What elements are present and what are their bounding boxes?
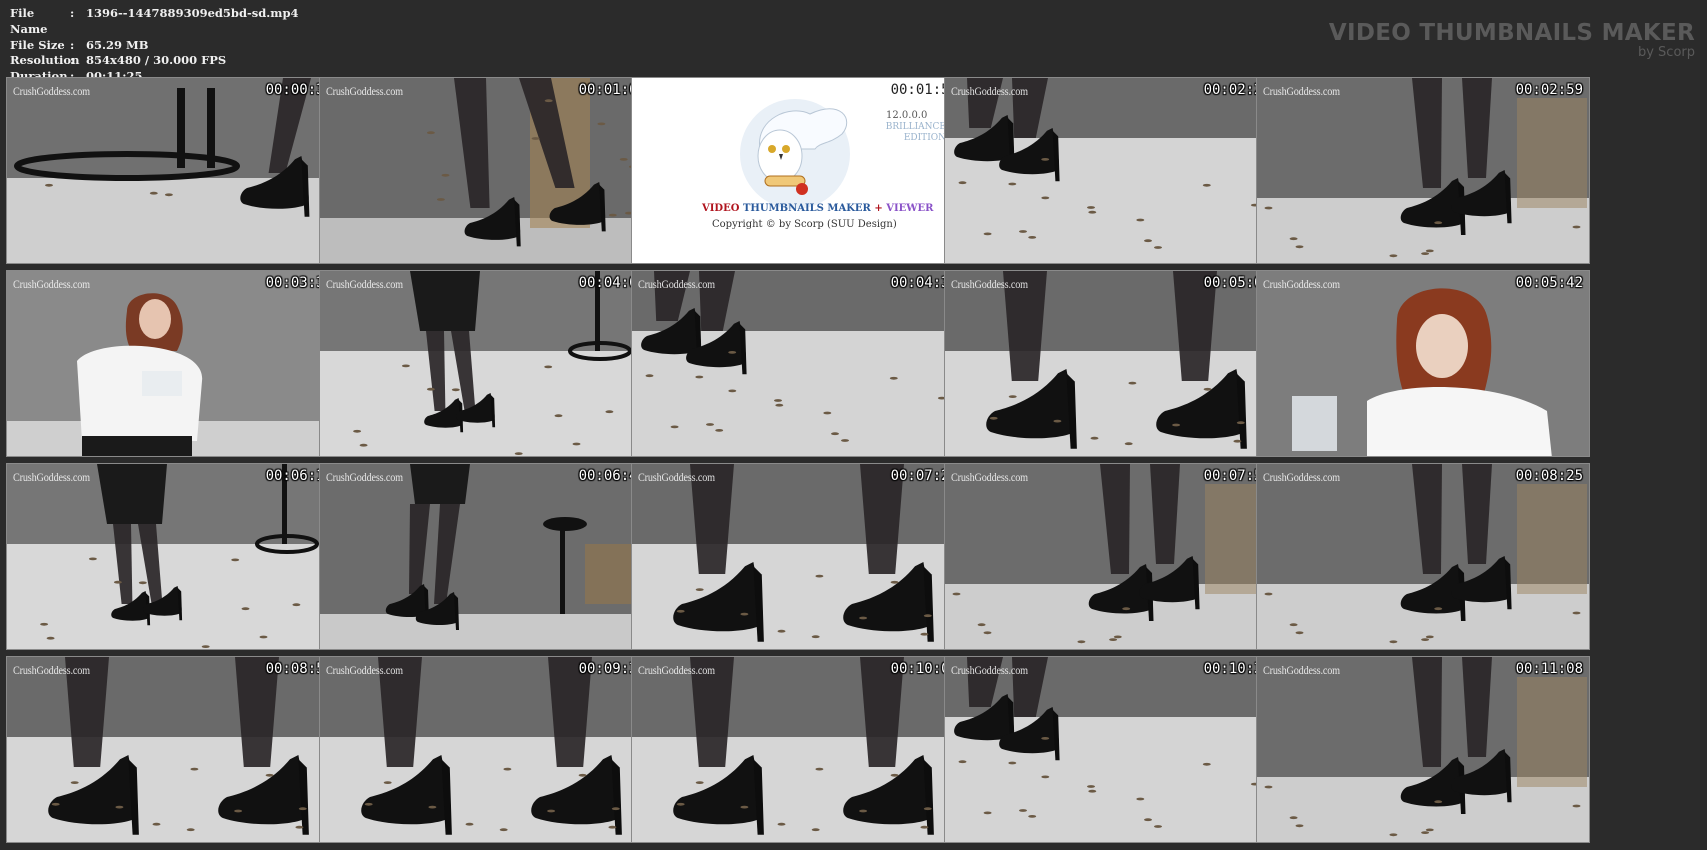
brand-title: VIDEO THUMBNAILS MAKER [1328,20,1695,46]
thumbnail-frame[interactable]: CrushGoddess.com 00:08:58 [6,656,340,843]
watermark: CrushGoddess.com [13,663,90,677]
thumbnail-frame[interactable]: CrushGoddess.com 00:00:32 [6,77,340,264]
resolution-value: 854x480 / 30.000 FPS [86,53,227,68]
copyright-text: Copyright © by Scorp (SUU Design) [712,219,897,230]
watermark: CrushGoddess.com [1263,470,1340,484]
watermark: CrushGoddess.com [1263,84,1340,98]
video-frame-image [1257,78,1589,263]
watermark: CrushGoddess.com [951,277,1028,291]
thumbnail-frame[interactable]: CrushGoddess.com 00:04:04 [319,270,653,457]
video-frame-image [320,464,652,649]
video-frame-image [945,271,1277,456]
watermark: CrushGoddess.com [638,277,715,291]
file-info-row: Resolution:854x480 / 30.000 FPS [10,53,299,69]
watermark: CrushGoddess.com [1263,663,1340,677]
thumbnail-frame[interactable]: CrushGoddess.com 00:09:30 [319,656,653,843]
video-frame-image [1257,271,1589,456]
timestamp: 00:11:08 [1515,661,1583,677]
watermark: CrushGoddess.com [326,277,403,291]
thumbnail-frame[interactable]: CrushGoddess.com 00:06:47 [319,463,653,650]
watermark: CrushGoddess.com [951,84,1028,98]
watermark: CrushGoddess.com [951,470,1028,484]
logo-title: VIDEO THUMBNAILS MAKER + VIEWER [702,203,933,214]
watermark: CrushGoddess.com [13,277,90,291]
separator: : [70,53,75,68]
edition-label: BRILLIANCE EDITION [886,122,946,144]
version-label: 12.0.0.0 [886,110,928,121]
timestamp: 00:05:42 [1515,275,1583,291]
resolution-label: Resolution [10,53,80,68]
thumbnail-frame[interactable]: CrushGoddess.com 00:05:42 [1256,270,1590,457]
video-frame-image [320,78,652,263]
file-info-panel: File Name:1396--1447889309ed5bd-sd.mp4 F… [10,6,299,85]
video-frame-image [1257,657,1589,842]
logo-title-plus: + [874,203,883,214]
owl-logo-icon [740,99,850,209]
watermark: CrushGoddess.com [13,470,90,484]
logo-title-part-3: VIEWER [886,203,934,214]
thumbnail-frame[interactable]: CrushGoddess.com 00:02:26 [944,77,1278,264]
logo-title-part-1: VIDEO [702,203,740,214]
watermark: CrushGoddess.com [326,470,403,484]
video-frame-image [945,657,1277,842]
video-frame-image [945,78,1277,263]
separator: : [70,37,75,52]
thumbnail-frame[interactable]: CrushGoddess.com 00:07:52 [944,463,1278,650]
timestamp: 00:08:25 [1515,468,1583,484]
video-frame-image [320,271,652,456]
video-frame-image [7,657,339,842]
watermark: CrushGoddess.com [326,663,403,677]
watermark: CrushGoddess.com [638,470,715,484]
file-name-value: 1396--1447889309ed5bd-sd.mp4 [86,6,299,20]
watermark: CrushGoddess.com [1263,277,1340,291]
edition-line-1: BRILLIANCE [885,122,946,132]
video-frame-image [632,464,964,649]
watermark: CrushGoddess.com [951,663,1028,677]
edition-line-2: EDITION [903,133,946,143]
video-frame-image [632,657,964,842]
thumbnail-frame[interactable]: CrushGoddess.com 00:08:25 [1256,463,1590,650]
video-frame-image [945,464,1277,649]
thumbnail-frame[interactable]: CrushGoddess.com 00:10:03 [631,656,965,843]
watermark: CrushGoddess.com [13,84,90,98]
separator: : [70,6,75,20]
video-frame-image [320,657,652,842]
file-size-value: 65.29 MB [86,37,149,52]
thumbnail-frame[interactable]: CrushGoddess.com 00:11:08 [1256,656,1590,843]
file-name-label: File Name [10,6,48,36]
timestamp: 00:02:59 [1515,82,1583,98]
watermark: CrushGoddess.com [326,84,403,98]
brand-subtitle: by Scorp [1637,45,1695,60]
file-info-row: File Size:65.29 MB [10,38,299,54]
thumbnail-frame[interactable]: CrushGoddess.com 00:04:37 [631,270,965,457]
thumbnail-frame[interactable]: CrushGoddess.com 00:01:05 [319,77,653,264]
thumbnail-frame[interactable]: CrushGoddess.com 00:03:32 [6,270,340,457]
thumbnail-frame[interactable]: CrushGoddess.com 00:10:36 [944,656,1278,843]
video-frame-image [7,271,339,456]
thumbnail-frame[interactable]: CrushGoddess.com 00:07:20 [631,463,965,650]
thumbnail-frame[interactable]: CrushGoddess.com 00:06:15 [6,463,340,650]
thumbnail-frame[interactable]: CrushGoddess.com 00:02:59 [1256,77,1590,264]
file-size-label: File Size [10,37,65,52]
thumbnail-frame[interactable]: 12.0.0.0 BRILLIANCE EDITION VIDEO THUMBNA… [631,77,965,264]
video-frame-image [7,78,339,263]
file-info-row: File Name:1396--1447889309ed5bd-sd.mp4 [10,6,299,38]
watermark: CrushGoddess.com [638,663,715,677]
logo-title-part-2: THUMBNAILS MAKER [742,203,871,214]
video-frame-image [7,464,339,649]
thumbnail-grid: CrushGoddess.com 00:00:32 CrushGoddess.c… [6,77,1702,844]
brand-logo: VIDEO THUMBNAILS MAKER by Scorp [1329,20,1695,60]
thumbnail-frame[interactable]: CrushGoddess.com 00:05:09 [944,270,1278,457]
video-frame-image [632,271,964,456]
video-frame-image [1257,464,1589,649]
